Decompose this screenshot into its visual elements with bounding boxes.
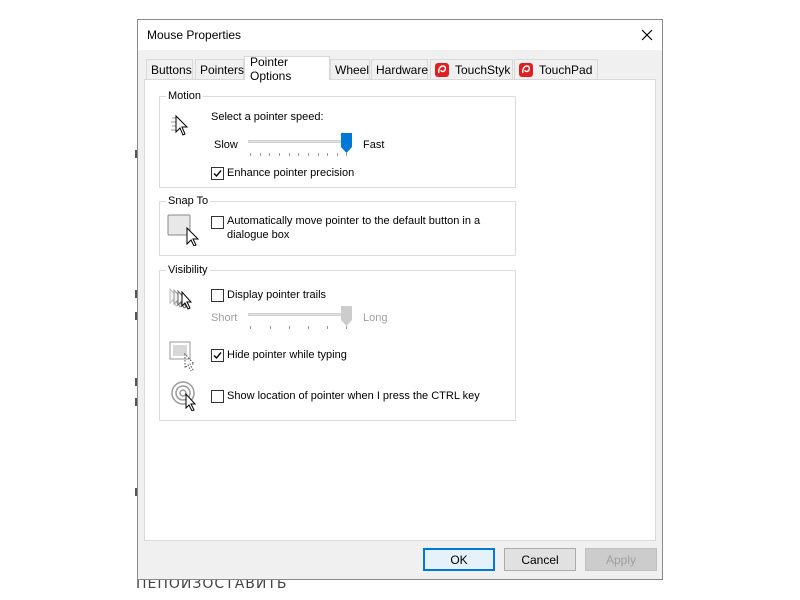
slider-tick (270, 326, 271, 329)
long-label: Long (363, 312, 388, 324)
touchstyk-logo-icon (435, 62, 449, 77)
tab-label: Wheel (335, 62, 370, 77)
slider-tick (250, 326, 251, 329)
show-location-icon (171, 381, 197, 411)
slider-tick (346, 153, 347, 156)
slider-tick (250, 153, 251, 156)
cancel-button[interactable]: Cancel (504, 548, 576, 571)
visibility-group-label: Visibility (166, 264, 210, 276)
pointer-speed-slider-thumb[interactable] (341, 133, 352, 153)
slider-tick (289, 326, 290, 329)
snap-to-default-checkbox[interactable] (211, 216, 224, 229)
tab-wheel[interactable]: Wheel (330, 59, 370, 79)
slider-tick (318, 153, 319, 156)
window-title: Mouse Properties (147, 28, 242, 42)
tab-touchstyk[interactable]: TouchStyk (430, 59, 513, 79)
tab-label: Pointers (200, 62, 245, 77)
snap-to-button-icon (167, 214, 200, 246)
enhance-precision-label: Enhance pointer precision (227, 167, 355, 179)
show-location-checkbox[interactable] (211, 390, 224, 403)
slider-tick (289, 153, 290, 156)
snap-to-default-label-line2: dialogue box (227, 229, 290, 241)
checkmark-icon (213, 170, 222, 178)
close-icon (641, 29, 653, 41)
tab-hardware[interactable]: Hardware (371, 59, 428, 79)
pointer-trails-icon (169, 287, 193, 310)
pointer-speed-label: Select a pointer speed: (211, 111, 324, 123)
pointer-trails-slider-track[interactable] (248, 313, 348, 316)
tab-label: TouchPad (539, 62, 593, 77)
slider-tick (327, 326, 328, 329)
snap-to-default-label-line1: Automatically move pointer to the defaul… (227, 215, 481, 227)
slider-tick (279, 153, 280, 156)
tab-pointers[interactable]: Pointers (195, 59, 244, 79)
tab-touchpad[interactable]: TouchPad (514, 59, 598, 79)
close-button[interactable] (632, 20, 662, 50)
slider-tick (308, 153, 309, 156)
pointer-trails-slider-thumb[interactable] (341, 306, 352, 326)
slider-tick (337, 153, 338, 156)
pointer-trails-checkbox[interactable] (211, 289, 224, 302)
tab-label: Buttons (151, 62, 192, 77)
pointer-speed-icon (171, 114, 189, 136)
show-location-label: Show location of pointer when I press th… (227, 390, 480, 402)
slow-label: Slow (214, 139, 238, 151)
tab-label: TouchStyk (455, 62, 511, 77)
slider-tick (308, 326, 309, 329)
apply-button[interactable]: Apply (585, 548, 657, 571)
motion-group-label: Motion (166, 90, 204, 102)
title-bar: Mouse Properties (138, 20, 662, 50)
slider-tick (327, 153, 328, 156)
tab-label: Hardware (376, 62, 429, 77)
hide-while-typing-label: Hide pointer while typing (227, 349, 347, 361)
touchpad-logo-icon (519, 62, 533, 77)
short-label: Short (211, 312, 238, 324)
ok-button[interactable]: OK (423, 548, 495, 571)
tab-label: Pointer Options (250, 54, 292, 83)
checkmark-icon (213, 352, 222, 360)
tab-pointer-options[interactable]: Pointer Options (244, 54, 330, 83)
slider-tick (260, 153, 261, 156)
tab-buttons[interactable]: Buttons (146, 59, 193, 79)
fast-label: Fast (363, 139, 385, 151)
pointer-speed-slider-track[interactable] (248, 140, 348, 143)
slider-tick (346, 326, 347, 329)
slider-tick (298, 153, 299, 156)
snap-to-group-label: Snap To (166, 195, 211, 207)
hide-while-typing-icon (169, 341, 196, 371)
enhance-precision-checkbox[interactable] (211, 167, 224, 180)
pointer-trails-label: Display pointer trails (227, 289, 327, 301)
slider-tick (269, 153, 270, 156)
hide-while-typing-checkbox[interactable] (211, 349, 224, 362)
